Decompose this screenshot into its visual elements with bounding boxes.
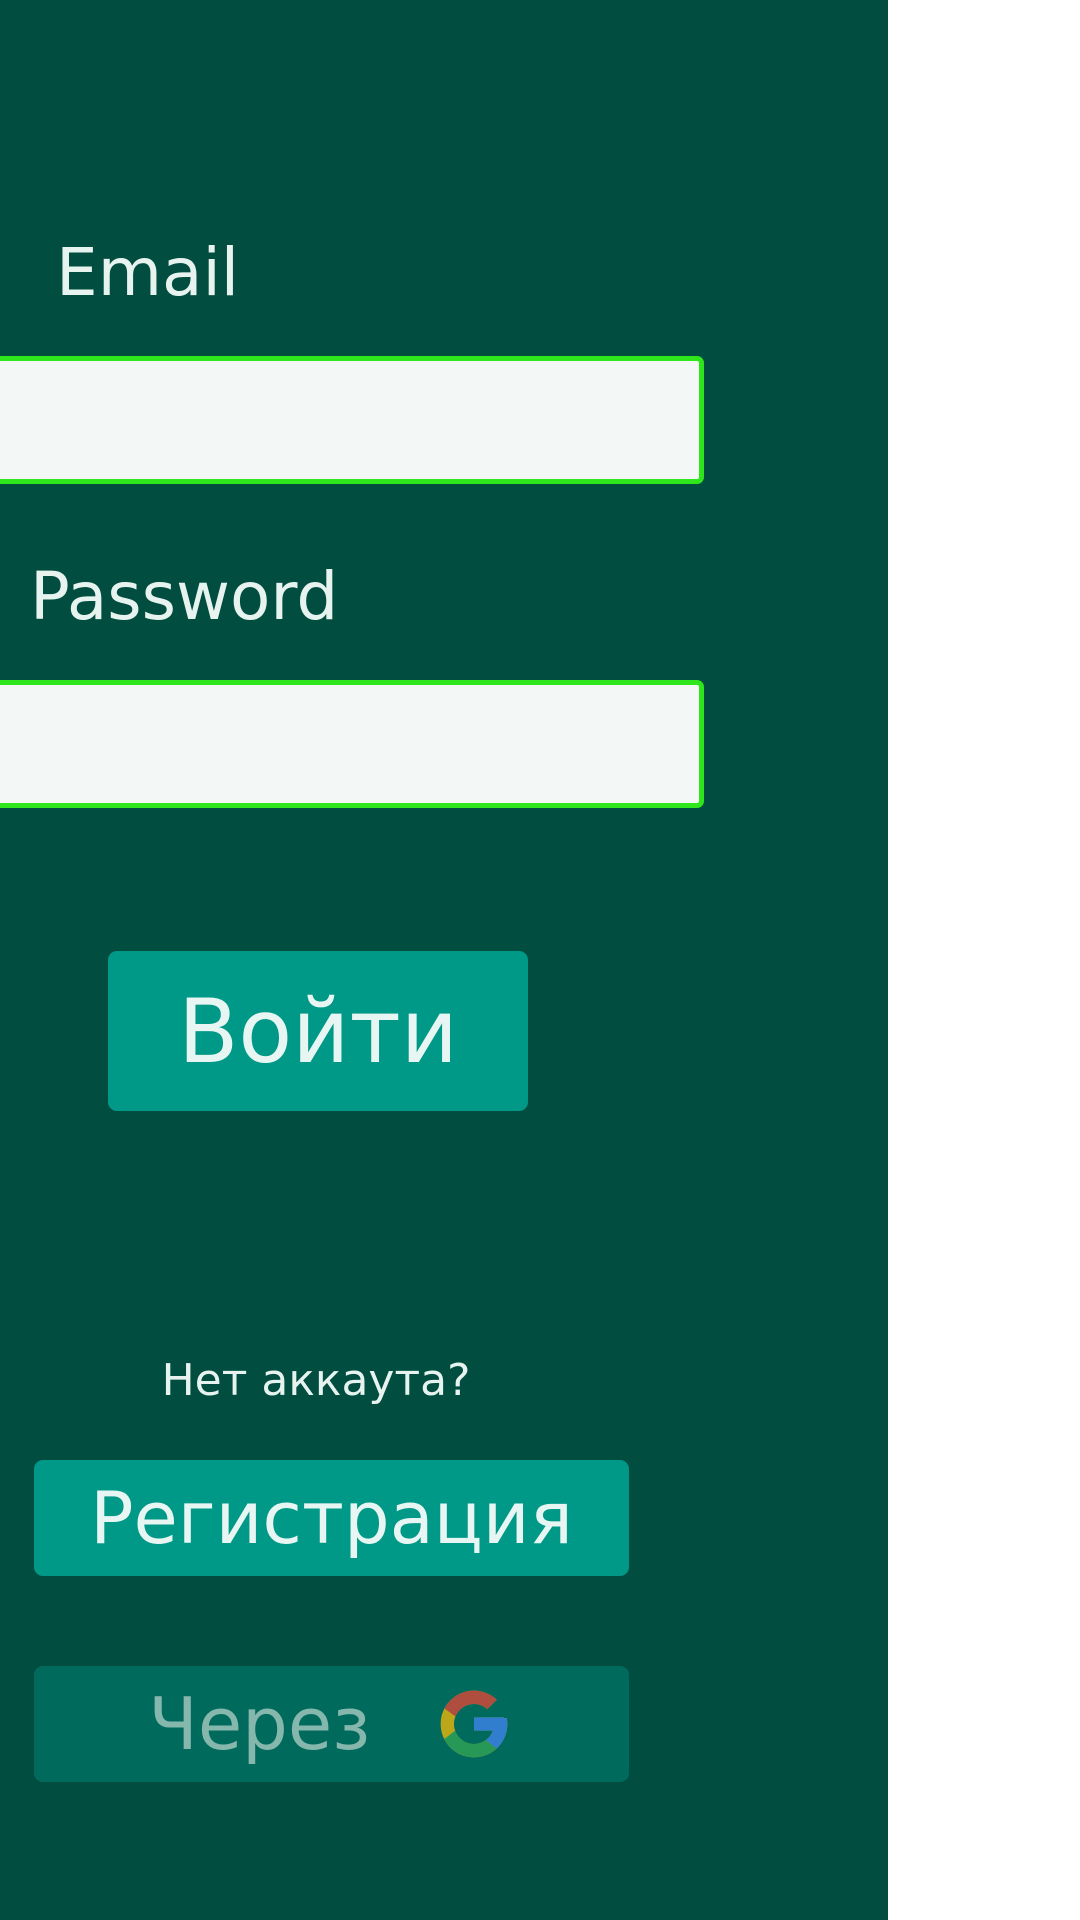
email-field[interactable] xyxy=(0,356,704,484)
login-panel: Email Password Войти Нет аккаута? Регист… xyxy=(0,0,888,1920)
no-account-text: Нет аккаута? xyxy=(161,1355,471,1406)
register-button[interactable]: Регистрация xyxy=(34,1460,629,1576)
login-button[interactable]: Войти xyxy=(108,951,528,1111)
email-label: Email xyxy=(56,234,240,311)
google-login-label: Через xyxy=(148,1682,371,1766)
password-field[interactable] xyxy=(0,680,704,808)
google-login-button[interactable]: Через xyxy=(34,1666,629,1782)
right-blank-area xyxy=(888,0,1080,1920)
google-g-icon xyxy=(434,1684,514,1764)
password-label: Password xyxy=(30,558,339,635)
